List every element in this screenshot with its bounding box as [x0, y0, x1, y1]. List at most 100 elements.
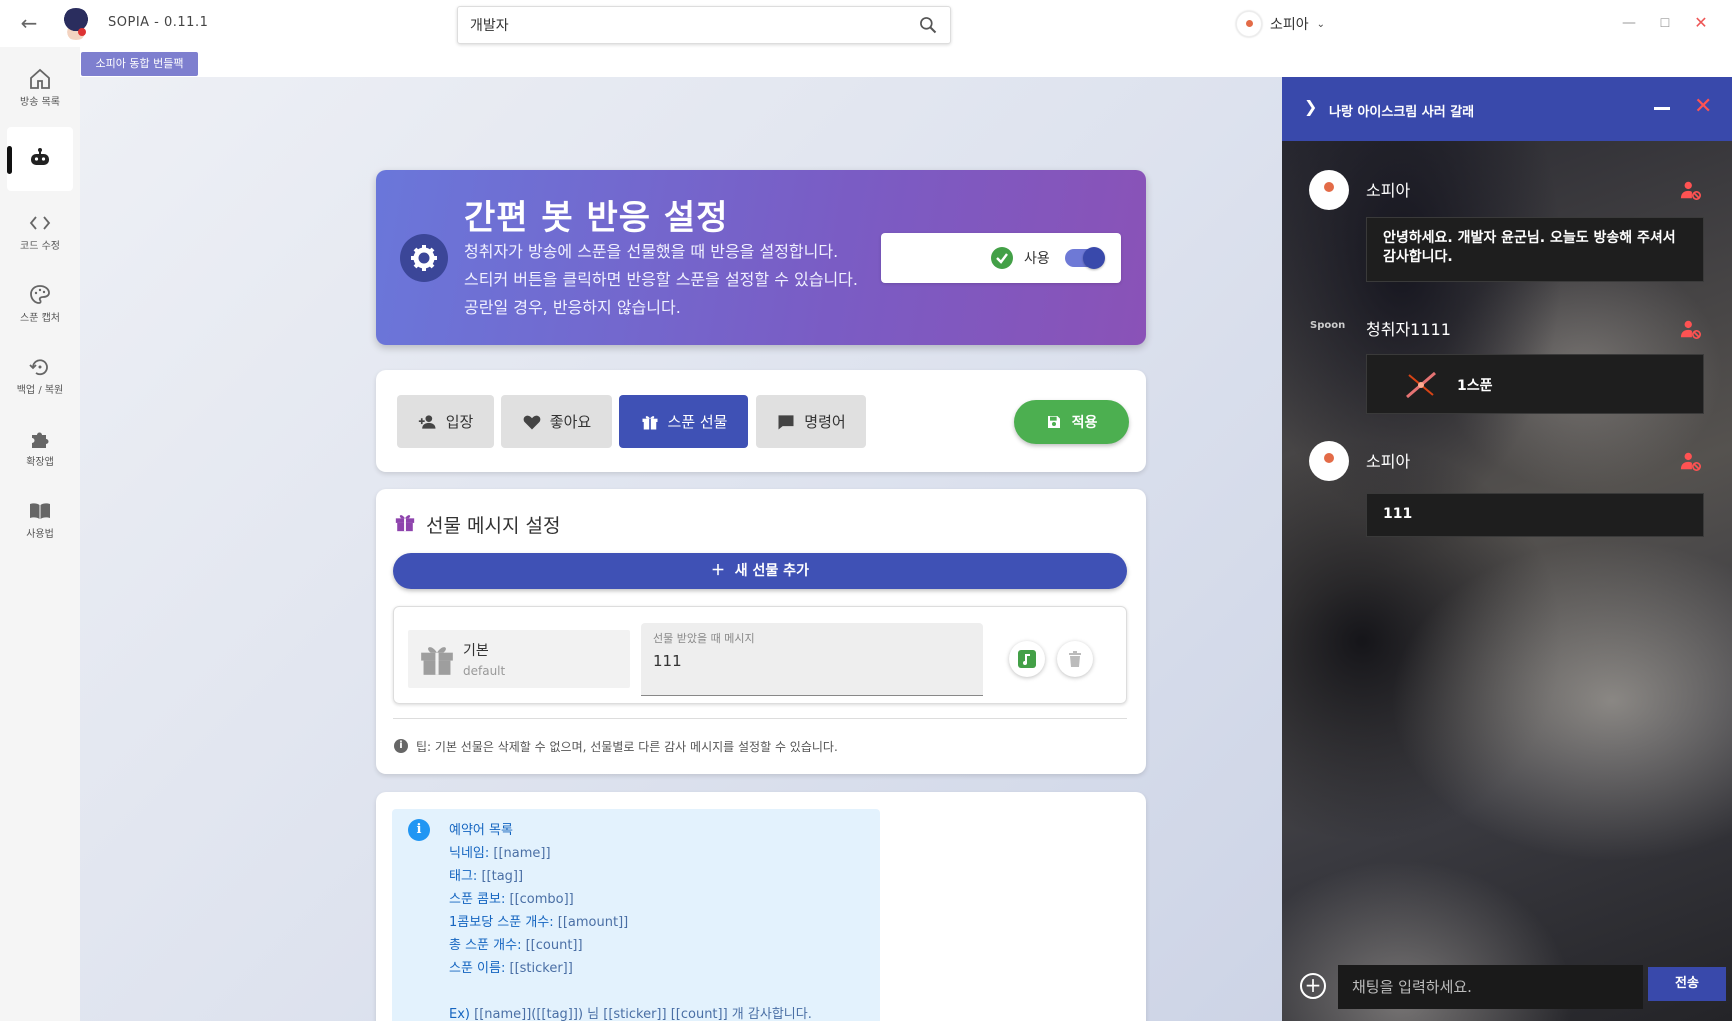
- add-gift-button[interactable]: ＋ 새 선물 추가: [393, 553, 1127, 589]
- variables-card: i 예약어 목록 닉네임: [[name]] 태그: [[tag]] 스푼 콤보…: [376, 792, 1146, 1021]
- close-chat-button[interactable]: ✕: [1694, 94, 1712, 119]
- search-icon[interactable]: [918, 15, 938, 35]
- gift-icon: [421, 647, 453, 675]
- ban-user-icon[interactable]: [1680, 179, 1702, 201]
- chevron-right-icon[interactable]: ❯: [1304, 97, 1317, 116]
- chat-bubble-icon: [778, 414, 794, 429]
- back-arrow-icon[interactable]: ←: [18, 12, 40, 34]
- tab-label: 입장: [445, 413, 474, 431]
- variable-line: 태그: [[tag]]: [449, 869, 524, 884]
- gift-message-field[interactable]: 선물 받았을 때 메시지 111: [641, 623, 983, 696]
- plus-icon: ＋: [711, 563, 726, 579]
- enable-switch[interactable]: [1065, 247, 1105, 269]
- apply-label: 적용: [1071, 415, 1098, 431]
- chevron-down-icon: ⌄: [1316, 18, 1326, 30]
- chat-panel: ❯ 나랑 아이스크림 사러 갈래 ✕ 소피아 안녕하세요. 개발자 윤군님. 오…: [1282, 77, 1732, 1021]
- tab-command[interactable]: 명령어: [756, 395, 866, 448]
- sticker-image: [1406, 371, 1436, 399]
- sound-button[interactable]: [1009, 641, 1045, 677]
- maximize-button[interactable]: ☐: [1654, 12, 1676, 34]
- sidebar-item-label: 백업 / 복원: [16, 385, 64, 396]
- minimize-button[interactable]: —: [1618, 12, 1640, 34]
- trash-icon: [1069, 651, 1081, 667]
- close-window-button[interactable]: ✕: [1690, 12, 1712, 34]
- username: 소피아: [1270, 17, 1309, 33]
- sidebar-item-label: 방송 목록: [20, 97, 60, 108]
- sidebar-item-label: 확장앱: [26, 457, 54, 468]
- chat-input[interactable]: [1338, 965, 1643, 1009]
- event-tabs-card: 입장 좋아요 스푼 선물 명령어 적용: [376, 370, 1146, 472]
- description-line: 공란일 경우, 반응하지 않습니다.: [464, 298, 681, 317]
- gift-row: 기본 default 선물 받았을 때 메시지 111: [393, 606, 1127, 704]
- sidebar-item-broadcast-list[interactable]: 방송 목록: [7, 59, 73, 123]
- sidebar-item-code-edit[interactable]: 코드 수정: [7, 203, 73, 267]
- variable-list: 예약어 목록 닉네임: [[name]] 태그: [[tag]] 스푼 콤보: …: [449, 819, 812, 1021]
- tab-like[interactable]: 좋아요: [501, 395, 612, 448]
- add-gift-label: 새 선물 추가: [734, 563, 809, 579]
- tab-label: 좋아요: [549, 413, 592, 431]
- home-icon: [30, 68, 50, 89]
- field-label: 선물 받았을 때 메시지: [653, 632, 755, 645]
- person-add-icon: [418, 414, 436, 429]
- live-title: 나랑 아이스크림 사러 갈래: [1329, 105, 1475, 120]
- sidebar-item-bot[interactable]: [7, 127, 73, 191]
- section-title: 선물 메시지 설정: [426, 515, 561, 537]
- message-author: 청취자1111: [1366, 320, 1451, 339]
- gear-icon: [400, 234, 448, 282]
- gift-icon: [642, 415, 658, 429]
- divider: [393, 718, 1127, 719]
- tip-text: 팁: 기본 선물은 삭제할 수 없으며, 선물별로 다른 감사 메시지를 설정할…: [416, 740, 838, 754]
- tab-label: 스푼 선물: [667, 413, 728, 431]
- variable-line: 닉네임: [[name]]: [449, 846, 551, 861]
- page-title: 간편 봇 반응 설정: [464, 198, 729, 238]
- chat-header: ❯ 나랑 아이스크림 사러 갈래 ✕: [1282, 77, 1732, 141]
- header-card: 간편 봇 반응 설정 청취자가 방송에 스푼을 선물했을 때 반응을 설정합니다…: [376, 170, 1146, 345]
- sidebar-item-usage[interactable]: 사용법: [7, 491, 73, 555]
- chat-message: 안녕하세요. 개발자 윤군님. 오늘도 방송해 주셔서 감사합니다.: [1366, 217, 1704, 282]
- example-line: Ex) [[name]]([[tag]]) 님 [[sticker]] [[co…: [449, 1007, 812, 1021]
- variables-title: 예약어 목록: [449, 823, 513, 838]
- send-button[interactable]: 전송: [1648, 967, 1726, 1001]
- field-value: 111: [653, 652, 682, 670]
- gift-name: 기본: [463, 643, 489, 659]
- heart-icon: [523, 415, 541, 429]
- ban-user-icon[interactable]: [1680, 450, 1702, 472]
- robot-icon: [31, 148, 49, 165]
- search-input[interactable]: [458, 7, 898, 43]
- gift-message-card: 선물 메시지 설정 ＋ 새 선물 추가 기본 default 선물 받았을 때 …: [376, 489, 1146, 774]
- delete-button[interactable]: [1057, 641, 1093, 677]
- tab-spoon-gift[interactable]: 스푼 선물: [619, 395, 748, 448]
- sidebar-item-spoon-capture[interactable]: 스푼 캡처: [7, 275, 73, 339]
- minimize-chat-button[interactable]: [1654, 107, 1670, 110]
- apply-button[interactable]: 적용: [1014, 400, 1129, 444]
- avatar: [1309, 170, 1349, 210]
- gift-icon: [395, 515, 415, 532]
- description-line: 스티커 버튼을 클릭하면 반응할 스푼을 설정할 수 있습니다.: [464, 270, 858, 289]
- chat-input-bar: + 전송: [1282, 957, 1732, 1021]
- chat-message: 111: [1366, 493, 1704, 537]
- avatar: [1309, 441, 1349, 481]
- ban-user-icon[interactable]: [1680, 318, 1702, 340]
- spoon-badge: Spoon: [1310, 320, 1346, 331]
- save-icon: [1047, 416, 1060, 428]
- info-icon: i: [408, 819, 430, 841]
- spoon-gift-message: 1스푼: [1366, 354, 1704, 414]
- bundle-pack-chip[interactable]: 소피아 동합 번들팩: [81, 52, 198, 76]
- palette-icon: [30, 285, 50, 304]
- sidebar-item-backup-restore[interactable]: 백업 / 복원: [7, 347, 73, 411]
- message-author: 소피아: [1366, 452, 1411, 471]
- plus-icon[interactable]: +: [1300, 973, 1326, 999]
- sidebar-item-label: 스푼 캡처: [20, 313, 60, 324]
- sidebar-item-label: 사용법: [26, 529, 54, 540]
- active-indicator: [7, 146, 12, 174]
- gift-id: default: [463, 664, 506, 678]
- sidebar-item-extensions[interactable]: 확장앱: [7, 419, 73, 483]
- code-icon: [29, 216, 51, 230]
- restore-icon: [29, 359, 48, 376]
- puzzle-icon: [32, 432, 49, 448]
- user-menu[interactable]: 소피아 ⌄: [1236, 10, 1325, 38]
- tab-join[interactable]: 입장: [397, 395, 494, 448]
- gift-sticker-select[interactable]: 기본 default: [408, 630, 630, 688]
- sidebar-item-label: 코드 수정: [20, 241, 60, 252]
- message-author: 소피아: [1366, 181, 1411, 200]
